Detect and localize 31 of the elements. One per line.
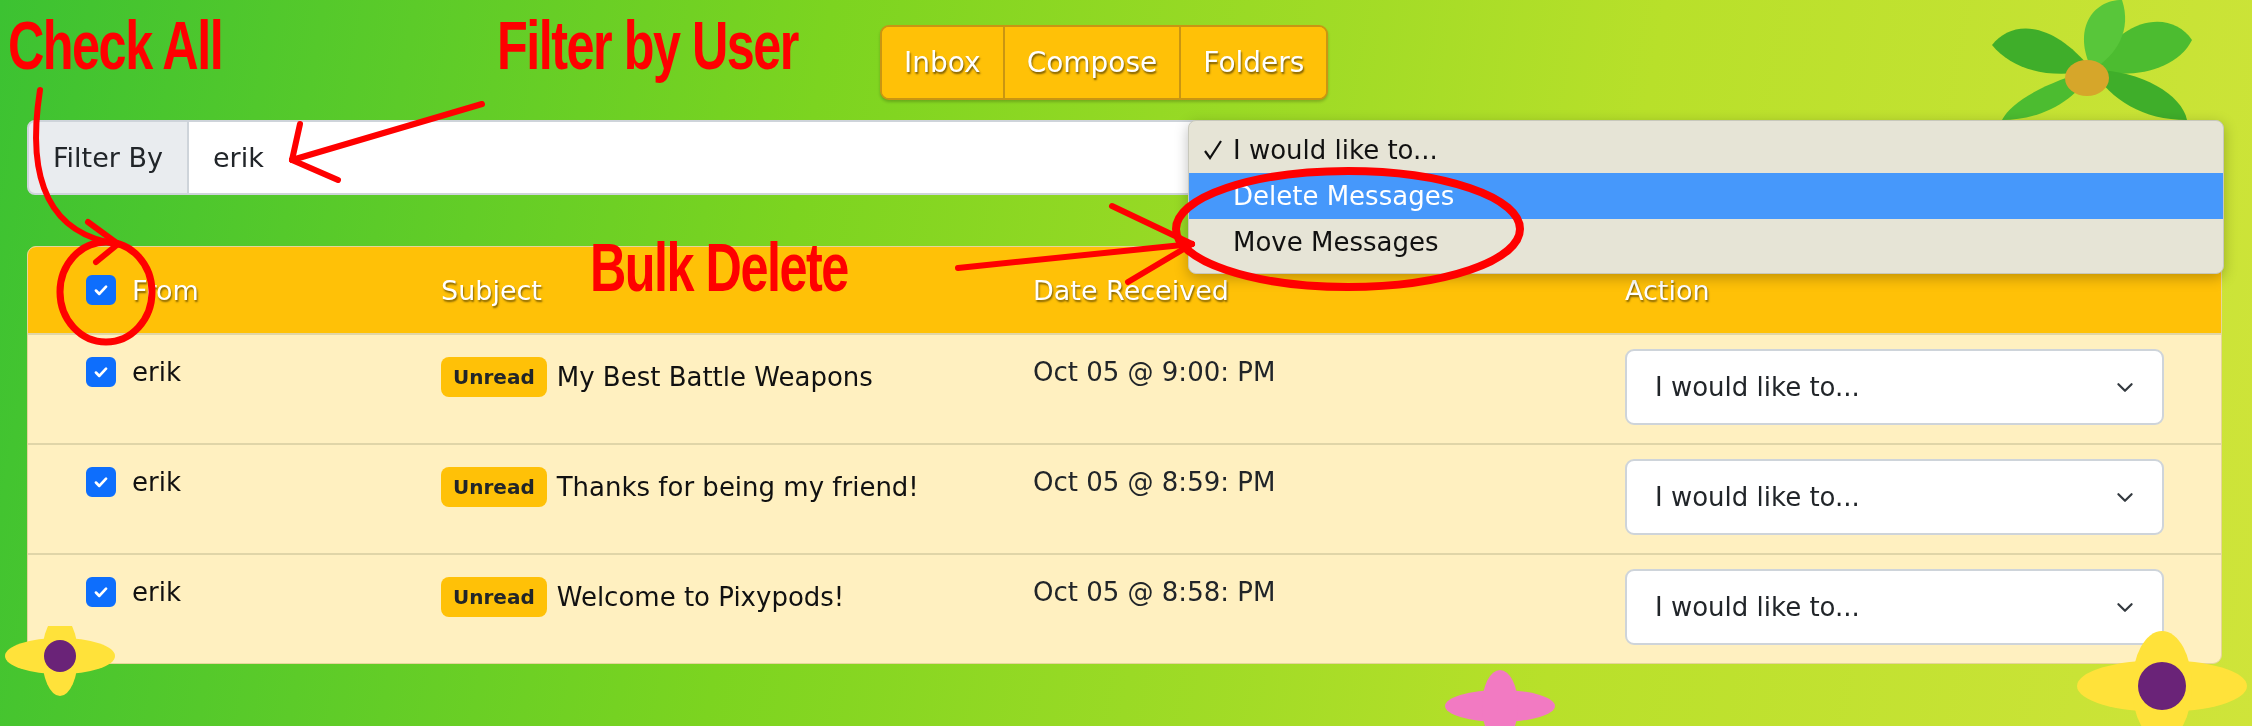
- chevron-down-icon: [2116, 381, 2134, 393]
- menu-item[interactable]: I would like to...: [1189, 127, 2223, 173]
- annotation-label: Check All: [8, 6, 223, 84]
- chevron-down-icon: [2116, 491, 2134, 503]
- action-select[interactable]: I would like to...: [1625, 459, 2164, 535]
- sender-name: erik: [132, 357, 181, 387]
- annotation-label: Filter by User: [497, 6, 798, 84]
- action-select[interactable]: I would like to...: [1625, 569, 2164, 645]
- date-received: Oct 05 @ 9:00: PM: [1033, 357, 1277, 387]
- annotation-label: Bulk Delete: [590, 228, 848, 306]
- filter-label: Filter By: [27, 120, 189, 195]
- column-header: Action: [1625, 274, 1711, 306]
- row-checkbox[interactable]: [86, 467, 116, 497]
- sender-name: erik: [132, 577, 181, 607]
- sender-name: erik: [132, 467, 181, 497]
- date-received: Oct 05 @ 8:58: PM: [1033, 577, 1277, 607]
- column-header: Date Received: [1033, 274, 1230, 306]
- action-select[interactable]: I would like to...: [1625, 349, 2164, 425]
- row-checkbox[interactable]: [86, 357, 116, 387]
- date-received: Oct 05 @ 8:59: PM: [1033, 467, 1277, 497]
- subject-link[interactable]: Thanks for being my friend!: [556, 472, 919, 502]
- column-header: Subject: [441, 274, 543, 306]
- menu-item[interactable]: Move Messages: [1189, 219, 2223, 265]
- unread-badge: Unread: [441, 467, 547, 507]
- subject-link[interactable]: Welcome to Pixypods!: [556, 582, 845, 612]
- subject-link[interactable]: My Best Battle Weapons: [556, 362, 873, 392]
- unread-badge: Unread: [441, 577, 547, 617]
- unread-badge: Unread: [441, 357, 547, 397]
- chevron-down-icon: [2116, 601, 2134, 613]
- row-checkbox[interactable]: [86, 577, 116, 607]
- select-all-checkbox[interactable]: [86, 275, 116, 305]
